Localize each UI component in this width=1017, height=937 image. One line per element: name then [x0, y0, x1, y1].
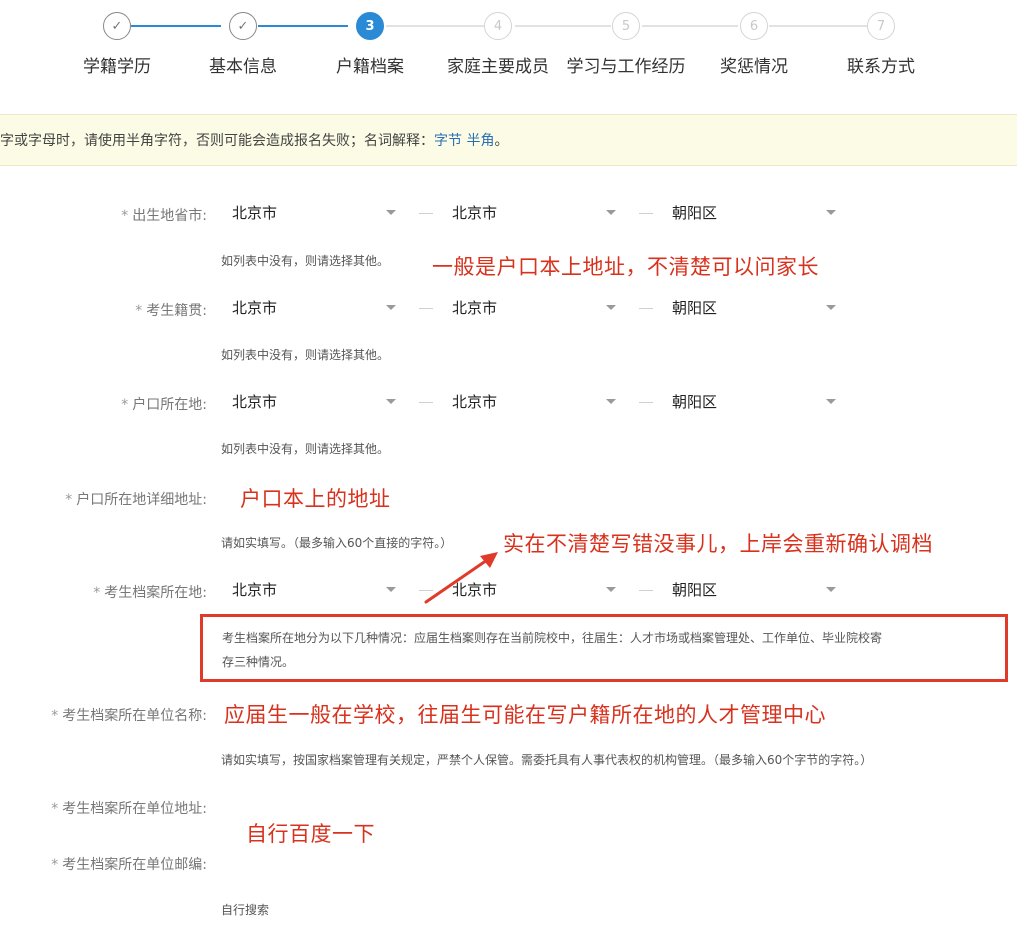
hukou-city-select[interactable]: 北京市	[440, 387, 632, 417]
step-number: 4	[484, 12, 512, 40]
step-label: 基本信息	[209, 57, 277, 77]
link-halfwidth[interactable]: 半角	[466, 133, 494, 149]
divider	[419, 402, 433, 403]
birth-district-select[interactable]: 朝阳区	[660, 198, 852, 228]
annotation-archive-unit: 应届生一般在学校，往届生可能在写户籍所在地的人才管理中心	[224, 703, 826, 727]
archive-district-select[interactable]: 朝阳区	[660, 575, 852, 605]
native-hint: 如列表中没有，则请选择其他。	[221, 348, 390, 362]
notice-bar: 字或字母时，请使用半角字符，否则可能会造成报名失败；名词解释：字节 半角。	[0, 114, 1017, 166]
divider	[419, 213, 433, 214]
birth-hint: 如列表中没有，则请选择其他。	[221, 254, 390, 268]
step-label: 户籍档案	[336, 57, 404, 77]
step-rewards[interactable]: 6 奖惩情况	[689, 12, 819, 77]
hukou-hint: 如列表中没有，则请选择其他。	[221, 442, 390, 456]
step-huji[interactable]: 3 户籍档案	[305, 12, 435, 77]
chevron-down-icon	[826, 587, 836, 592]
archive-hint-line1: 考生档案所在地分为以下几种情况：应届生档案则存在当前院校中，往届生：人才市场或档…	[222, 631, 883, 645]
annotation-hukou-address: 户口本上的地址	[240, 487, 391, 511]
chevron-down-icon	[606, 587, 616, 592]
native-province-select[interactable]: 北京市	[220, 293, 412, 323]
chevron-down-icon	[826, 210, 836, 215]
hukou-province-select[interactable]: 北京市	[220, 387, 412, 417]
step-xueji[interactable]: ✓ 学籍学历	[52, 12, 182, 77]
chevron-down-icon	[606, 399, 616, 404]
divider	[419, 308, 433, 309]
annotation-search: 自行百度一下	[246, 822, 375, 846]
step-label: 学习与工作经历	[566, 57, 686, 77]
archive-zip-hint: 自行搜索	[221, 903, 270, 917]
chevron-down-icon	[606, 210, 616, 215]
step-label: 联系方式	[847, 57, 915, 77]
native-city-select[interactable]: 北京市	[440, 293, 632, 323]
divider	[639, 308, 653, 309]
archive-province-select[interactable]: 北京市	[220, 575, 412, 605]
chevron-down-icon	[386, 399, 396, 404]
step-label: 学籍学历	[83, 57, 151, 77]
progress-stepper: ✓ 学籍学历 ✓ 基本信息 3 户籍档案 4 家庭主要成员 5 学习与工作经历 …	[0, 0, 1017, 112]
birth-city-select[interactable]: 北京市	[440, 198, 632, 228]
birth-label: * 出生地省市:	[121, 208, 207, 224]
annotation-hukou-book: 一般是户口本上地址，不清楚可以问家长	[432, 255, 819, 279]
archive-label: * 考生档案所在地:	[93, 585, 207, 601]
archive-unit-label: * 考生档案所在单位名称:	[51, 708, 207, 724]
archive-hint-line2: 存三种情况。	[222, 655, 295, 669]
archive-zip-label: * 考生档案所在单位邮编:	[51, 857, 207, 873]
step-contact[interactable]: 7 联系方式	[816, 12, 946, 77]
step-label: 奖惩情况	[720, 57, 788, 77]
step-number: 3	[356, 12, 384, 40]
divider	[639, 213, 653, 214]
step-number: 7	[867, 12, 895, 40]
step-label: 家庭主要成员	[447, 57, 549, 77]
divider	[639, 590, 653, 591]
step-number: 5	[612, 12, 640, 40]
archive-unit-hint: 请如实填写，按国家档案管理有关规定，严禁个人保管。需委托具有人事代表权的机构管理…	[221, 753, 873, 767]
annotation-arrow-icon	[424, 552, 498, 604]
chevron-down-icon	[826, 305, 836, 310]
hukou-label: * 户口所在地:	[121, 397, 207, 413]
notice-tail: 。	[494, 133, 509, 149]
check-icon: ✓	[103, 12, 131, 40]
archive-address-label: * 考生档案所在单位地址:	[51, 801, 207, 817]
annotation-reconfirm: 实在不清楚写错没事儿，上岸会重新确认调档	[503, 532, 933, 556]
chevron-down-icon	[386, 210, 396, 215]
check-icon: ✓	[229, 12, 257, 40]
chevron-down-icon	[606, 305, 616, 310]
link-byte[interactable]: 字节	[434, 133, 462, 149]
step-number: 6	[740, 12, 768, 40]
step-basic-info[interactable]: ✓ 基本信息	[178, 12, 308, 77]
chevron-down-icon	[826, 399, 836, 404]
native-district-select[interactable]: 朝阳区	[660, 293, 852, 323]
birth-province-select[interactable]: 北京市	[220, 198, 412, 228]
native-label: * 考生籍贯:	[135, 303, 207, 319]
divider	[639, 402, 653, 403]
chevron-down-icon	[386, 587, 396, 592]
step-study-work[interactable]: 5 学习与工作经历	[561, 12, 691, 77]
chevron-down-icon	[386, 305, 396, 310]
step-family[interactable]: 4 家庭主要成员	[433, 12, 563, 77]
archive-hint-highlight: 考生档案所在地分为以下几种情况：应届生档案则存在当前院校中，往届生：人才市场或档…	[200, 614, 1008, 682]
hukou-district-select[interactable]: 朝阳区	[660, 387, 852, 417]
notice-text: 字或字母时，请使用半角字符，否则可能会造成报名失败；名词解释：	[0, 133, 434, 149]
hukou-detail-label: * 户口所在地详细地址:	[65, 492, 207, 508]
